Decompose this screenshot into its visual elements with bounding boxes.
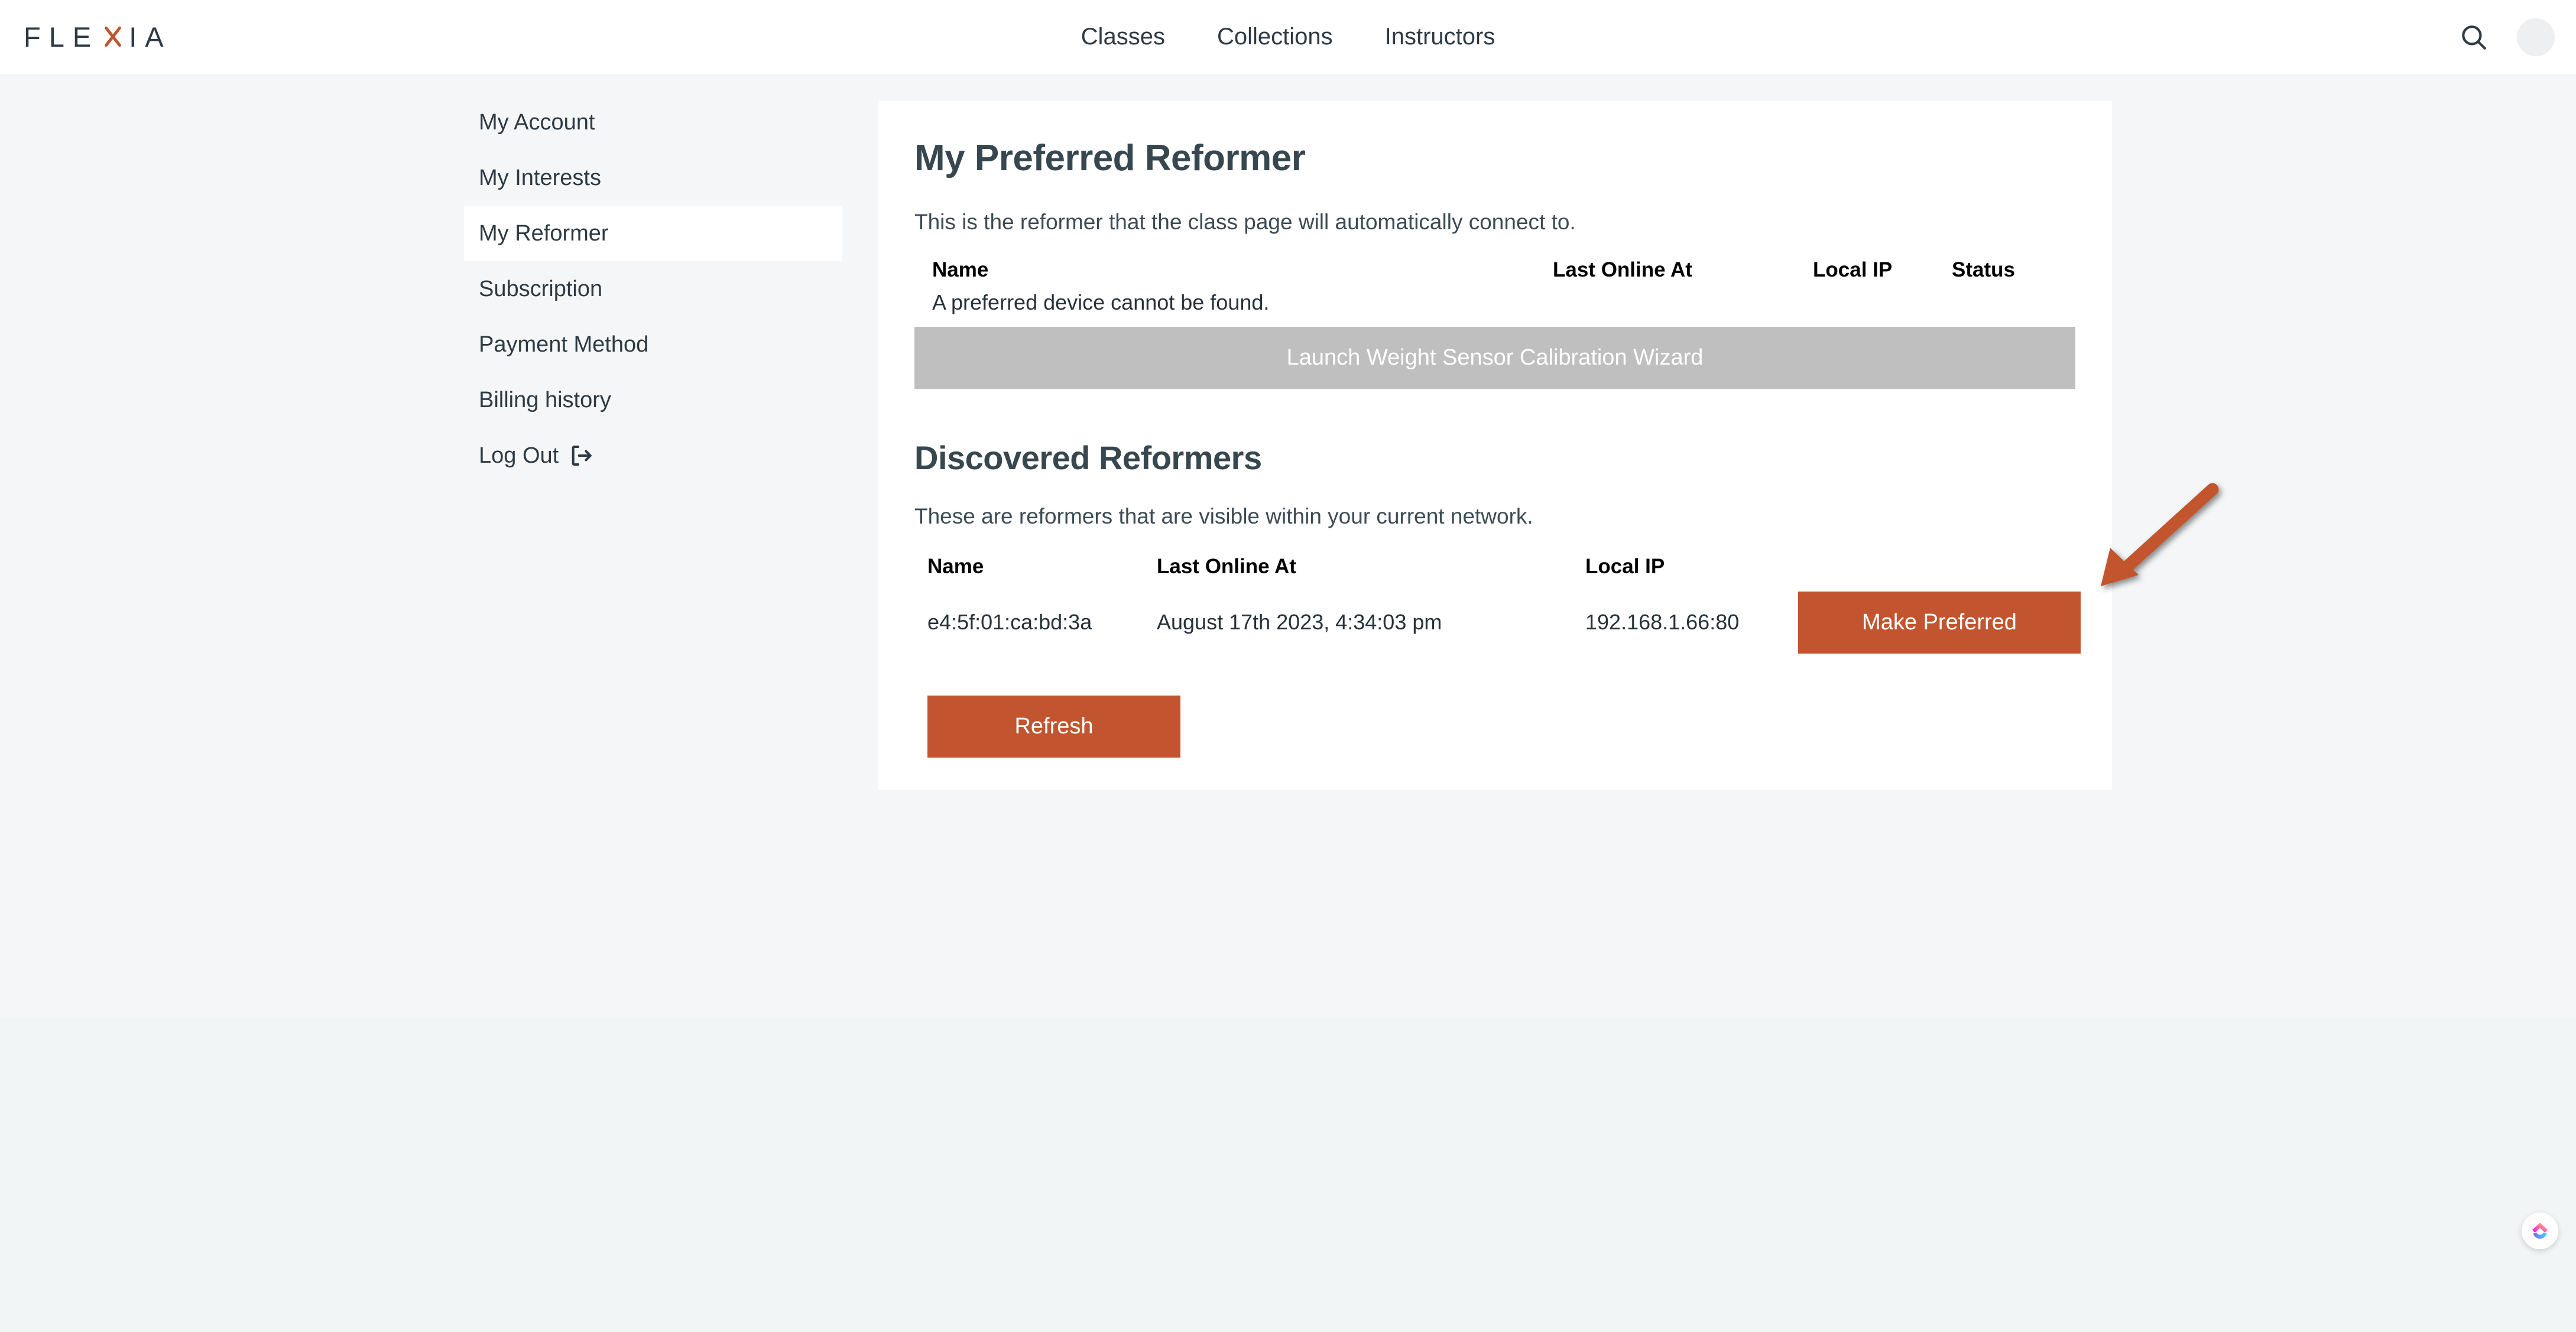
- nav-item-instructors[interactable]: Instructors: [1385, 24, 1495, 50]
- reformer-last-online-at: August 17th 2023, 4:34:03 pm: [1157, 610, 1442, 634]
- sidebar-item-label: Subscription: [479, 276, 603, 301]
- preferred-empty-status: [1952, 290, 2076, 315]
- preferred-empty-local-ip: [1813, 290, 1952, 315]
- sidebar-item-label: Payment Method: [479, 332, 649, 357]
- sidebar-item-label: Log Out: [479, 443, 559, 468]
- column-header-local-ip: Local IP: [1585, 555, 1665, 578]
- table-row: e4:5f:01:ca:bd:3a August 17th 2023, 4:34…: [914, 587, 2082, 658]
- reformer-action-cell: Make Preferred: [1798, 587, 2082, 658]
- reformer-name: e4:5f:01:ca:bd:3a: [927, 610, 1092, 634]
- sidebar-item-my-reformer[interactable]: My Reformer: [464, 206, 842, 261]
- sidebar-item-label: My Interests: [479, 165, 601, 190]
- column-header-last-online-at: Last Online At: [1553, 258, 1692, 281]
- sidebar-item-billing-history[interactable]: Billing history: [464, 372, 842, 428]
- reformer-settings-card: My Preferred Reformer This is the reform…: [878, 100, 2112, 790]
- column-header-name: Name: [932, 258, 989, 281]
- column-header-last-online-at: Last Online At: [1157, 555, 1296, 578]
- sidebar-item-my-interests[interactable]: My Interests: [464, 150, 842, 206]
- discovered-reformers-title: Discovered Reformers: [914, 439, 1262, 476]
- sidebar-item-label: Billing history: [479, 387, 611, 412]
- sidebar-item-label: My Reformer: [479, 220, 609, 246]
- launch-calibration-wizard-button[interactable]: Launch Weight Sensor Calibration Wizard: [914, 327, 2075, 389]
- preferred-empty-last-online: [1553, 290, 1813, 315]
- main-navigation: Classes Collections Instructors: [0, 0, 2576, 74]
- footer-band: [0, 1018, 2576, 1332]
- table-header-row: Name Last Online At Local IP Status: [914, 258, 2076, 290]
- header-actions: [2459, 0, 2555, 74]
- sidebar-item-my-account[interactable]: My Account: [464, 95, 842, 150]
- column-header-name: Name: [927, 555, 984, 578]
- sidebar-item-payment-method[interactable]: Payment Method: [464, 317, 842, 372]
- top-header: FLE IA Classes Collections Instructors: [0, 0, 2576, 74]
- preferred-empty-message: A preferred device cannot be found.: [932, 290, 1270, 314]
- clickup-logo-icon: [2532, 1223, 2548, 1239]
- table-row: A preferred device cannot be found.: [914, 290, 2076, 315]
- column-header-status: Status: [1952, 258, 2015, 281]
- column-header-action: [1798, 555, 2082, 587]
- refresh-button[interactable]: Refresh: [927, 696, 1180, 758]
- sidebar-item-log-out[interactable]: Log Out: [464, 428, 842, 483]
- table-header-row: Name Last Online At Local IP: [914, 555, 2082, 587]
- clickup-widget-button[interactable]: [2522, 1213, 2558, 1249]
- discovered-reformers-table: Name Last Online At Local IP e4:5f:01:ca…: [914, 555, 2082, 658]
- search-icon[interactable]: [2459, 22, 2489, 52]
- preferred-description: This is the reformer that the class page…: [914, 210, 1576, 234]
- avatar[interactable]: [2517, 18, 2555, 56]
- reformer-local-ip: 192.168.1.66:80: [1585, 610, 1740, 634]
- account-sidebar: My Account My Interests My Reformer Subs…: [464, 95, 842, 483]
- discovered-description: These are reformers that are visible wit…: [914, 504, 1533, 528]
- sidebar-item-subscription[interactable]: Subscription: [464, 261, 842, 317]
- page-title: My Preferred Reformer: [914, 138, 1306, 178]
- make-preferred-button[interactable]: Make Preferred: [1798, 591, 2081, 654]
- nav-item-collections[interactable]: Collections: [1217, 24, 1333, 50]
- sidebar-item-label: My Account: [479, 109, 595, 135]
- nav-item-classes[interactable]: Classes: [1081, 24, 1165, 50]
- column-header-local-ip: Local IP: [1813, 258, 1893, 281]
- logout-icon: [559, 444, 593, 467]
- preferred-reformer-table: Name Last Online At Local IP Status A pr…: [914, 258, 2076, 315]
